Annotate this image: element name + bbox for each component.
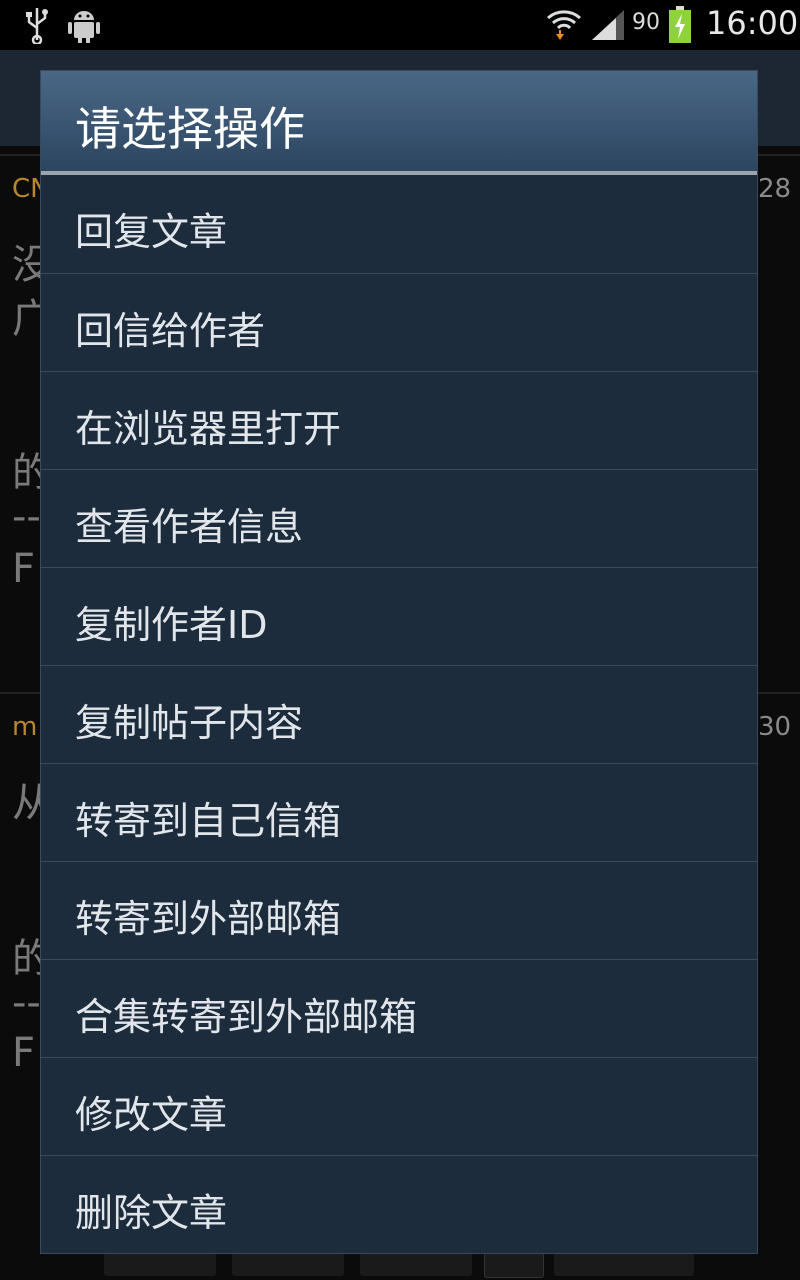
menu-item-label: 回复文章	[75, 210, 228, 254]
android-debug-icon	[68, 11, 100, 43]
dialog-title-bar: 请选择操作	[41, 71, 757, 171]
menu-item-forward-to-external-mail[interactable]: 转寄到外部邮箱	[41, 861, 757, 959]
post-text: --	[12, 980, 41, 1026]
post-time: 28	[758, 174, 792, 204]
menu-item-label: 转寄到外部邮箱	[75, 897, 342, 941]
post-text: F	[12, 546, 36, 592]
bottom-bar-button[interactable]	[484, 1252, 544, 1278]
battery-charging-icon	[669, 6, 691, 43]
menu-item-label: 删除文章	[75, 1191, 228, 1235]
battery-percent: 90	[632, 10, 660, 35]
usb-icon	[26, 8, 48, 44]
menu-item-open-in-browser[interactable]: 在浏览器里打开	[41, 371, 757, 469]
menu-item-forward-to-own-mailbox[interactable]: 转寄到自己信箱	[41, 763, 757, 861]
menu-item-forward-collection-external[interactable]: 合集转寄到外部邮箱	[41, 959, 757, 1057]
signal-icon	[592, 10, 624, 40]
post-text: --	[12, 494, 41, 540]
dialog-title: 请选择操作	[75, 102, 305, 156]
menu-item-reply-post[interactable]: 回复文章	[41, 175, 757, 273]
action-menu: 回复文章 回信给作者 在浏览器里打开 查看作者信息 复制作者ID 复制帖子内容 …	[41, 175, 757, 1253]
wifi-icon	[547, 10, 581, 40]
bottom-bar-button[interactable]	[360, 1252, 472, 1276]
menu-item-delete-post[interactable]: 删除文章	[41, 1155, 757, 1253]
clock: 16:00	[706, 4, 799, 42]
action-dialog: 请选择操作 回复文章 回信给作者 在浏览器里打开 查看作者信息 复制作者ID 复…	[40, 70, 758, 1254]
menu-item-label: 转寄到自己信箱	[75, 799, 342, 843]
menu-item-label: 合集转寄到外部邮箱	[75, 995, 418, 1039]
menu-item-mail-author[interactable]: 回信给作者	[41, 273, 757, 371]
menu-item-label: 复制作者ID	[75, 603, 268, 647]
menu-item-label: 回信给作者	[75, 309, 266, 353]
menu-item-label: 修改文章	[75, 1093, 228, 1137]
bottom-bar-button[interactable]	[232, 1252, 344, 1276]
post-text: F	[12, 1030, 36, 1076]
menu-item-label: 在浏览器里打开	[75, 407, 342, 451]
menu-item-label: 复制帖子内容	[75, 701, 304, 745]
menu-item-label: 查看作者信息	[75, 505, 304, 549]
menu-item-edit-post[interactable]: 修改文章	[41, 1057, 757, 1155]
bottom-bar-button[interactable]	[554, 1252, 694, 1276]
status-bar: 90 16:00	[0, 0, 800, 50]
menu-item-copy-post-content[interactable]: 复制帖子内容	[41, 665, 757, 763]
menu-item-view-author-info[interactable]: 查看作者信息	[41, 469, 757, 567]
post-time: 30	[758, 712, 792, 742]
bottom-bar-button[interactable]	[104, 1252, 216, 1276]
menu-item-copy-author-id[interactable]: 复制作者ID	[41, 567, 757, 665]
post-author: m	[12, 712, 38, 742]
